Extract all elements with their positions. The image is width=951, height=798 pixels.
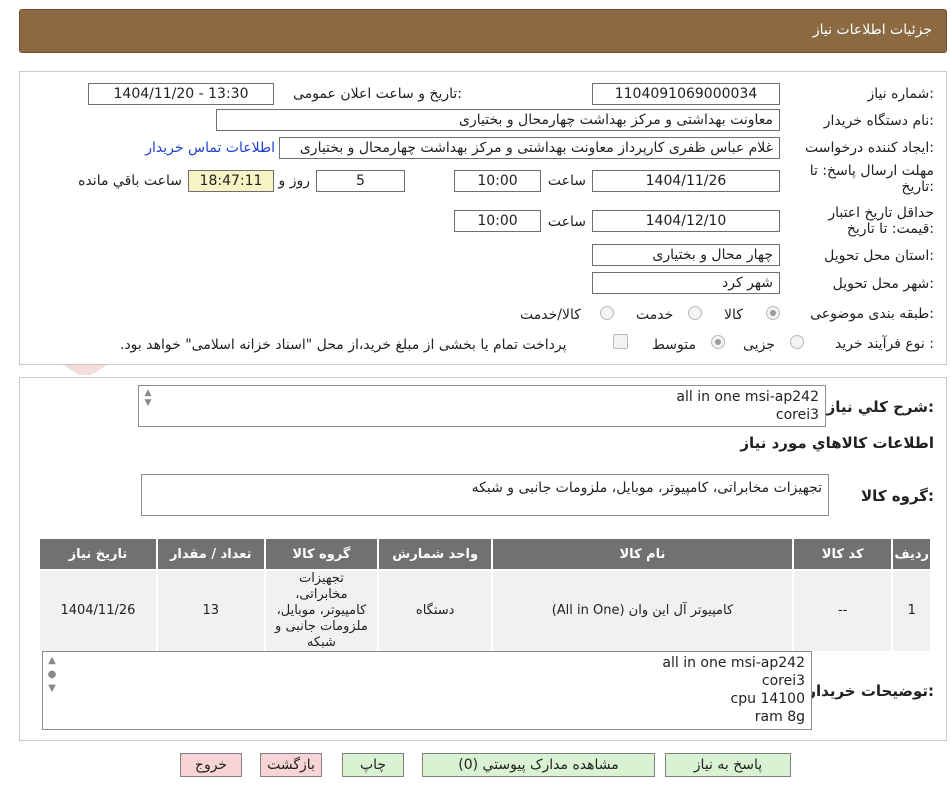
validity-label-line1: حداقل تاریخ اعتبار: [828, 205, 934, 221]
summary-label: شرح کلي نياز:: [826, 398, 934, 416]
creator-label: ایجاد کننده درخواست:: [805, 140, 934, 156]
reply-time-field: 10:00: [454, 170, 541, 192]
reply-deadline-label: مهلت ارسال پاسخ: تا تاریخ:: [810, 163, 934, 195]
goods-group-label: گروه کالا:: [861, 487, 934, 505]
buyer-notes-textarea[interactable]: ▲ ● ▼ all in one msi-ap242 corei3 cpu 1410…: [42, 651, 812, 730]
province-label: استان محل تحویل:: [824, 248, 934, 264]
reply-deadline-label-line1: مهلت ارسال پاسخ: تا: [809, 163, 934, 179]
validity-time-field: 10:00: [454, 210, 541, 232]
summary-line: corei3: [775, 407, 819, 423]
buyer-notes-line: all in one msi-ap242: [662, 655, 805, 671]
goods-table: رديف کد کالا نام کالا واحد شمارش گروه کا…: [38, 537, 932, 653]
cell-row: 1: [891, 569, 932, 653]
validity-time-label: ساعت: [547, 214, 586, 230]
cell-date: 1404/11/26: [38, 569, 158, 653]
goods-section-title: اطلاعات کالاهاي مورد نياز: [740, 434, 934, 452]
buyer-notes-line: corei3: [761, 673, 805, 689]
reply-deadline-label-line2: تاریخ:: [901, 179, 934, 195]
treasury-payment-note: پرداخت تمام یا بخشی از مبلغ خرید،از محل …: [120, 337, 567, 353]
process-minor-radio[interactable]: [790, 335, 804, 349]
col-code: کد کالا: [791, 537, 894, 571]
summary-scrollbar[interactable]: ▲ ▼: [141, 388, 155, 408]
col-unit: واحد شمارش: [377, 537, 494, 571]
goods-group-textarea[interactable]: تجهیزات مخابراتی، کامپیوتر، موبایل، ملزو…: [141, 474, 829, 516]
col-qty: تعداد / مقدار: [155, 537, 266, 571]
buyer-notes-scrollbar[interactable]: ▲ ● ▼: [45, 654, 59, 728]
col-name: نام کالا: [491, 537, 794, 571]
buyer-org-label: نام دستگاه خریدار:: [823, 113, 934, 129]
validity-label: حداقل تاریخ اعتبار قیمت: تا تاریخ:: [828, 205, 934, 237]
province-field: چهار محال و بختیاری: [592, 244, 780, 266]
category-goods-radio[interactable]: [766, 306, 780, 320]
remaining-time-field: 18:47:11: [188, 170, 274, 192]
need-number-field: 1104091069000034: [592, 83, 780, 105]
col-group: گروه کالا: [263, 537, 380, 571]
category-both-radio[interactable]: [600, 306, 614, 320]
cell-unit: دستگاه: [377, 569, 494, 653]
cell-group: تجهیزات مخابراتی، کامپیوتر، موبایل، ملزو…: [263, 569, 380, 653]
back-button[interactable]: بازگشت: [260, 753, 322, 777]
treasury-payment-checkbox[interactable]: [613, 334, 628, 349]
page-title: جزئیات اطلاعات نیاز: [812, 22, 932, 38]
reply-button[interactable]: پاسخ به نیاز: [665, 753, 791, 777]
buyer-notes-line: cpu 14100: [730, 691, 805, 707]
category-goods-label: کالا: [724, 307, 743, 323]
table-row: 1 -- کامپیوتر آل این وان (All in One) دس…: [38, 569, 932, 653]
buyer-org-field: معاونت بهداشتی و مرکز بهداشت چهارمحال و …: [216, 109, 780, 131]
category-both-label: کالا/خدمت: [520, 307, 581, 323]
cell-qty: 13: [155, 569, 266, 653]
buyer-notes-line: ram 8g: [754, 709, 805, 725]
process-medium-label: متوسط: [652, 337, 696, 353]
page-header: جزئیات اطلاعات نیاز: [19, 9, 947, 53]
summary-line: all in one msi-ap242: [676, 389, 819, 405]
view-attachments-button[interactable]: مشاهده مدارک پیوستي (0): [422, 753, 655, 777]
remaining-time-label: ساعت باقي مانده: [78, 173, 182, 189]
announce-datetime-field: 1404/11/20 - 13:30: [88, 83, 274, 105]
reply-date-field: 1404/11/26: [592, 170, 780, 192]
city-field: شهر کرد: [592, 272, 780, 294]
category-service-label: خدمت: [636, 307, 674, 323]
category-label: طبقه بندی موضوعی:: [810, 306, 934, 322]
category-service-radio[interactable]: [688, 306, 702, 320]
creator-field: غلام عباس ظفری کارپرداز معاونت بهداشتی و…: [279, 137, 780, 159]
cell-name: کامپیوتر آل این وان (All in One): [491, 569, 794, 653]
summary-textarea[interactable]: ▲ ▼ all in one msi-ap242 corei3: [138, 385, 826, 427]
validity-label-line2: قیمت: تا تاریخ:: [846, 221, 934, 237]
need-number-label: شماره نیاز:: [867, 86, 934, 102]
buyer-notes-label: توضيحات خريدار:: [807, 682, 934, 700]
table-header-row: رديف کد کالا نام کالا واحد شمارش گروه کا…: [38, 537, 932, 571]
validity-date-field: 1404/12/10: [592, 210, 780, 232]
process-medium-radio[interactable]: [711, 335, 725, 349]
days-label: روز و: [278, 173, 311, 189]
col-date: تاريخ نياز: [38, 537, 158, 571]
exit-button[interactable]: خروج: [180, 753, 242, 777]
days-field: 5: [316, 170, 405, 192]
city-label: شهر محل تحویل:: [832, 276, 934, 292]
print-button[interactable]: چاپ: [342, 753, 404, 777]
goods-table-container: رديف کد کالا نام کالا واحد شمارش گروه کا…: [38, 537, 932, 653]
reply-time-label: ساعت: [547, 173, 586, 189]
cell-code: --: [791, 569, 894, 653]
col-row: رديف: [891, 537, 932, 571]
process-type-label: نوع فرآیند خرید :: [835, 336, 934, 352]
announce-datetime-label: تاریخ و ساعت اعلان عمومی:: [293, 86, 462, 102]
process-minor-label: جزیی: [743, 337, 775, 353]
buyer-contact-link[interactable]: اطلاعات تماس خریدار: [145, 140, 275, 156]
